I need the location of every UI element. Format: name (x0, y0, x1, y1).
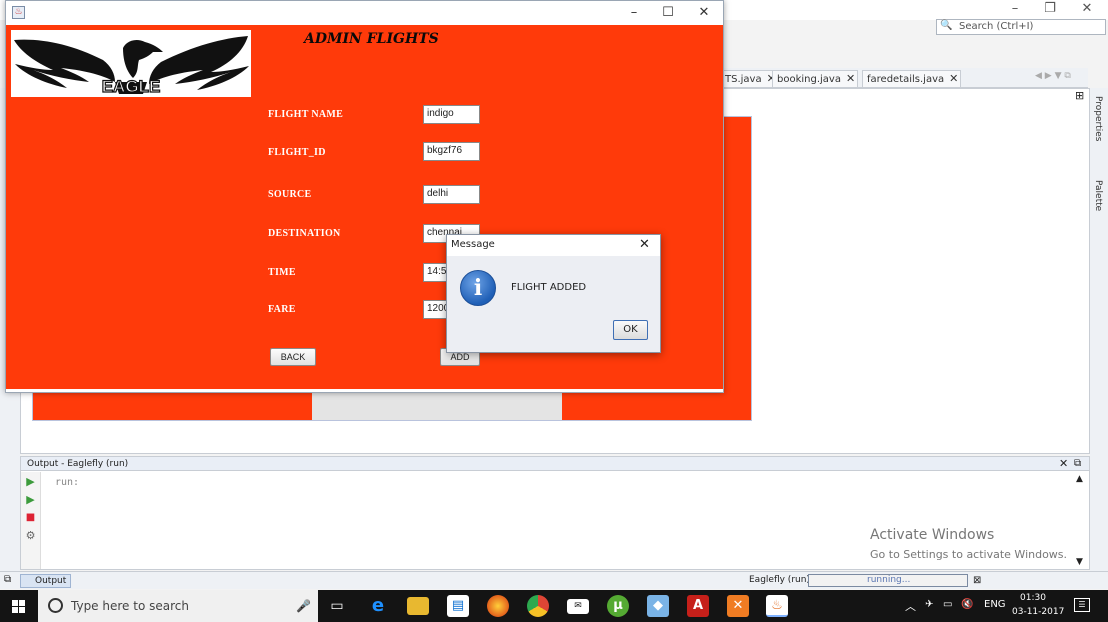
show-hidden-icons[interactable]: ︿ (905, 598, 916, 614)
source-input[interactable]: delhi (423, 185, 480, 204)
firefox-icon[interactable] (487, 595, 509, 617)
side-tab-palette[interactable]: Palette (1093, 180, 1103, 211)
ide-search-field[interactable]: 🔍 Search (Ctrl+I) (936, 19, 1106, 35)
taskbar-search-box[interactable]: Type here to search 🎤 (38, 590, 318, 622)
output-toolbar: ▶ ▶ ■ ⚙ (21, 472, 41, 569)
action-center-icon[interactable]: ☰ (1074, 598, 1090, 612)
form-design-preview-panel (312, 393, 562, 420)
acrobat-icon[interactable]: A (687, 595, 709, 617)
message-dialog: Message ✕ i FLIGHT ADDED OK (446, 234, 661, 353)
flight-id-input[interactable]: bkgzf76 (423, 142, 480, 161)
flight-id-label: FLIGHT_ID (268, 147, 326, 158)
windows-taskbar: Type here to search 🎤 ▭ e ▤ ✉ µ ◆ A ✕ ♨ … (0, 590, 1108, 622)
clock-time[interactable]: 01:30 (1020, 593, 1046, 603)
activate-windows-subtitle: Go to Settings to activate Windows. (870, 548, 1068, 561)
close-icon[interactable]: ✕ (1059, 457, 1068, 470)
scroll-up-icon[interactable]: ▲ (1076, 474, 1083, 484)
source-label: SOURCE (268, 189, 312, 200)
network-icon[interactable]: ✈ (925, 599, 933, 610)
chrome-icon[interactable] (527, 595, 549, 617)
add-icon[interactable]: ⊞ (1075, 89, 1084, 102)
app-minimize-button[interactable]: – (617, 2, 651, 24)
battery-icon[interactable]: ▭ (943, 599, 952, 610)
editor-tab-label: faredetails.java (867, 74, 945, 85)
task-view-icon[interactable]: ▭ (326, 595, 348, 617)
page-title: ADMIN FLIGHTS (304, 31, 439, 47)
activate-windows-title: Activate Windows (870, 527, 995, 543)
output-tab[interactable]: Output (20, 574, 72, 588)
scroll-down-icon[interactable]: ▼ (1076, 557, 1083, 567)
eagle-logo-graphic: EAGLE (14, 36, 249, 97)
dialog-message: FLIGHT ADDED (511, 282, 587, 293)
file-explorer-icon[interactable] (407, 597, 429, 615)
search-icon: 🔍 (940, 20, 953, 31)
fare-label: FARE (268, 304, 296, 315)
editor-tab[interactable]: faredetails.java ✕ (862, 70, 962, 87)
close-icon[interactable]: ✕ (949, 72, 958, 85)
output-text: run: (55, 477, 80, 488)
ide-close-button[interactable]: ✕ (1072, 0, 1102, 20)
xampp-icon[interactable]: ✕ (727, 595, 749, 617)
time-label: TIME (268, 267, 296, 278)
dialog-title: Message (451, 239, 495, 250)
ide-search-placeholder: Search (Ctrl+I) (959, 21, 1034, 32)
status-progress-bar: running... (808, 574, 968, 587)
restore-icon[interactable]: ⧉ (1074, 457, 1081, 470)
rerun-with-params-icon[interactable]: ▶ (24, 493, 37, 506)
eagle-logo: EAGLE (11, 30, 251, 97)
editor-tabbar: TS.java✕ booking.java ✕ faredetails.java ✕ (720, 68, 1088, 88)
tab-scroll-arrows[interactable]: ◀ ▶ ▼ ⧉ (1035, 71, 1071, 81)
app-close-button[interactable]: ✕ (687, 2, 721, 24)
dialog-body: i FLIGHT ADDED OK (447, 256, 660, 352)
dialog-close-button[interactable]: ✕ (639, 237, 650, 252)
editor-tab[interactable]: booking.java ✕ (772, 70, 859, 87)
cortana-icon (48, 598, 63, 613)
utorrent-icon[interactable]: µ (607, 595, 629, 617)
flight-name-input[interactable]: indigo (423, 105, 480, 124)
clock-date[interactable]: 03-11-2017 (1012, 607, 1064, 617)
status-running-app: Eaglefly (run) (749, 575, 810, 585)
output-title: Output - Eaglefly (run) (27, 459, 129, 469)
virtualbox-icon[interactable]: ◆ (647, 595, 669, 617)
side-tab-properties[interactable]: Properties (1093, 96, 1103, 141)
editor-tab-label: TS.java (725, 74, 762, 85)
input-language[interactable]: ENG (984, 599, 1006, 610)
taskbar-search-placeholder: Type here to search (71, 599, 189, 613)
windows-logo-icon (12, 600, 18, 606)
cancel-task-icon[interactable]: ⊠ (973, 575, 981, 586)
output-window-icon[interactable]: ⧉ (4, 574, 11, 585)
destination-label: DESTINATION (268, 228, 341, 239)
java-app-icon[interactable]: ♨ (766, 595, 788, 617)
microphone-icon[interactable]: 🎤 (296, 599, 311, 613)
edge-icon[interactable]: e (367, 595, 389, 617)
volume-icon[interactable]: 🔇 (961, 599, 973, 610)
back-button[interactable]: BACK (270, 348, 316, 366)
flight-name-label: FLIGHT NAME (268, 109, 344, 120)
output-header: Output - Eaglefly (run) ✕ ⧉ (21, 457, 1089, 471)
ide-minimize-button[interactable]: – (1000, 0, 1030, 20)
ide-maximize-button[interactable]: ❐ (1035, 0, 1065, 20)
info-icon: i (460, 270, 496, 306)
app-titlebar: ♨ – ☐ ✕ (6, 1, 723, 25)
dialog-titlebar: Message ✕ (447, 235, 660, 256)
app-maximize-button[interactable]: ☐ (651, 2, 685, 24)
rerun-icon[interactable]: ▶ (24, 475, 37, 488)
stop-icon[interactable]: ■ (24, 511, 37, 524)
store-icon[interactable]: ▤ (447, 595, 469, 617)
close-icon[interactable]: ✕ (846, 72, 855, 85)
start-button[interactable] (0, 590, 38, 622)
editor-tab[interactable]: TS.java✕ (720, 70, 779, 87)
eagle-logo-text: EAGLE (102, 77, 161, 96)
mail-icon[interactable]: ✉ (567, 599, 589, 614)
settings-icon[interactable]: ⚙ (24, 529, 37, 542)
editor-tab-label: booking.java (777, 74, 841, 85)
java-icon: ♨ (12, 6, 25, 19)
right-side-strip (1090, 88, 1108, 588)
ide-status-bar: ⧉ Output Eaglefly (run) running... ⊠ (0, 571, 1108, 589)
ok-button[interactable]: OK (613, 320, 648, 340)
